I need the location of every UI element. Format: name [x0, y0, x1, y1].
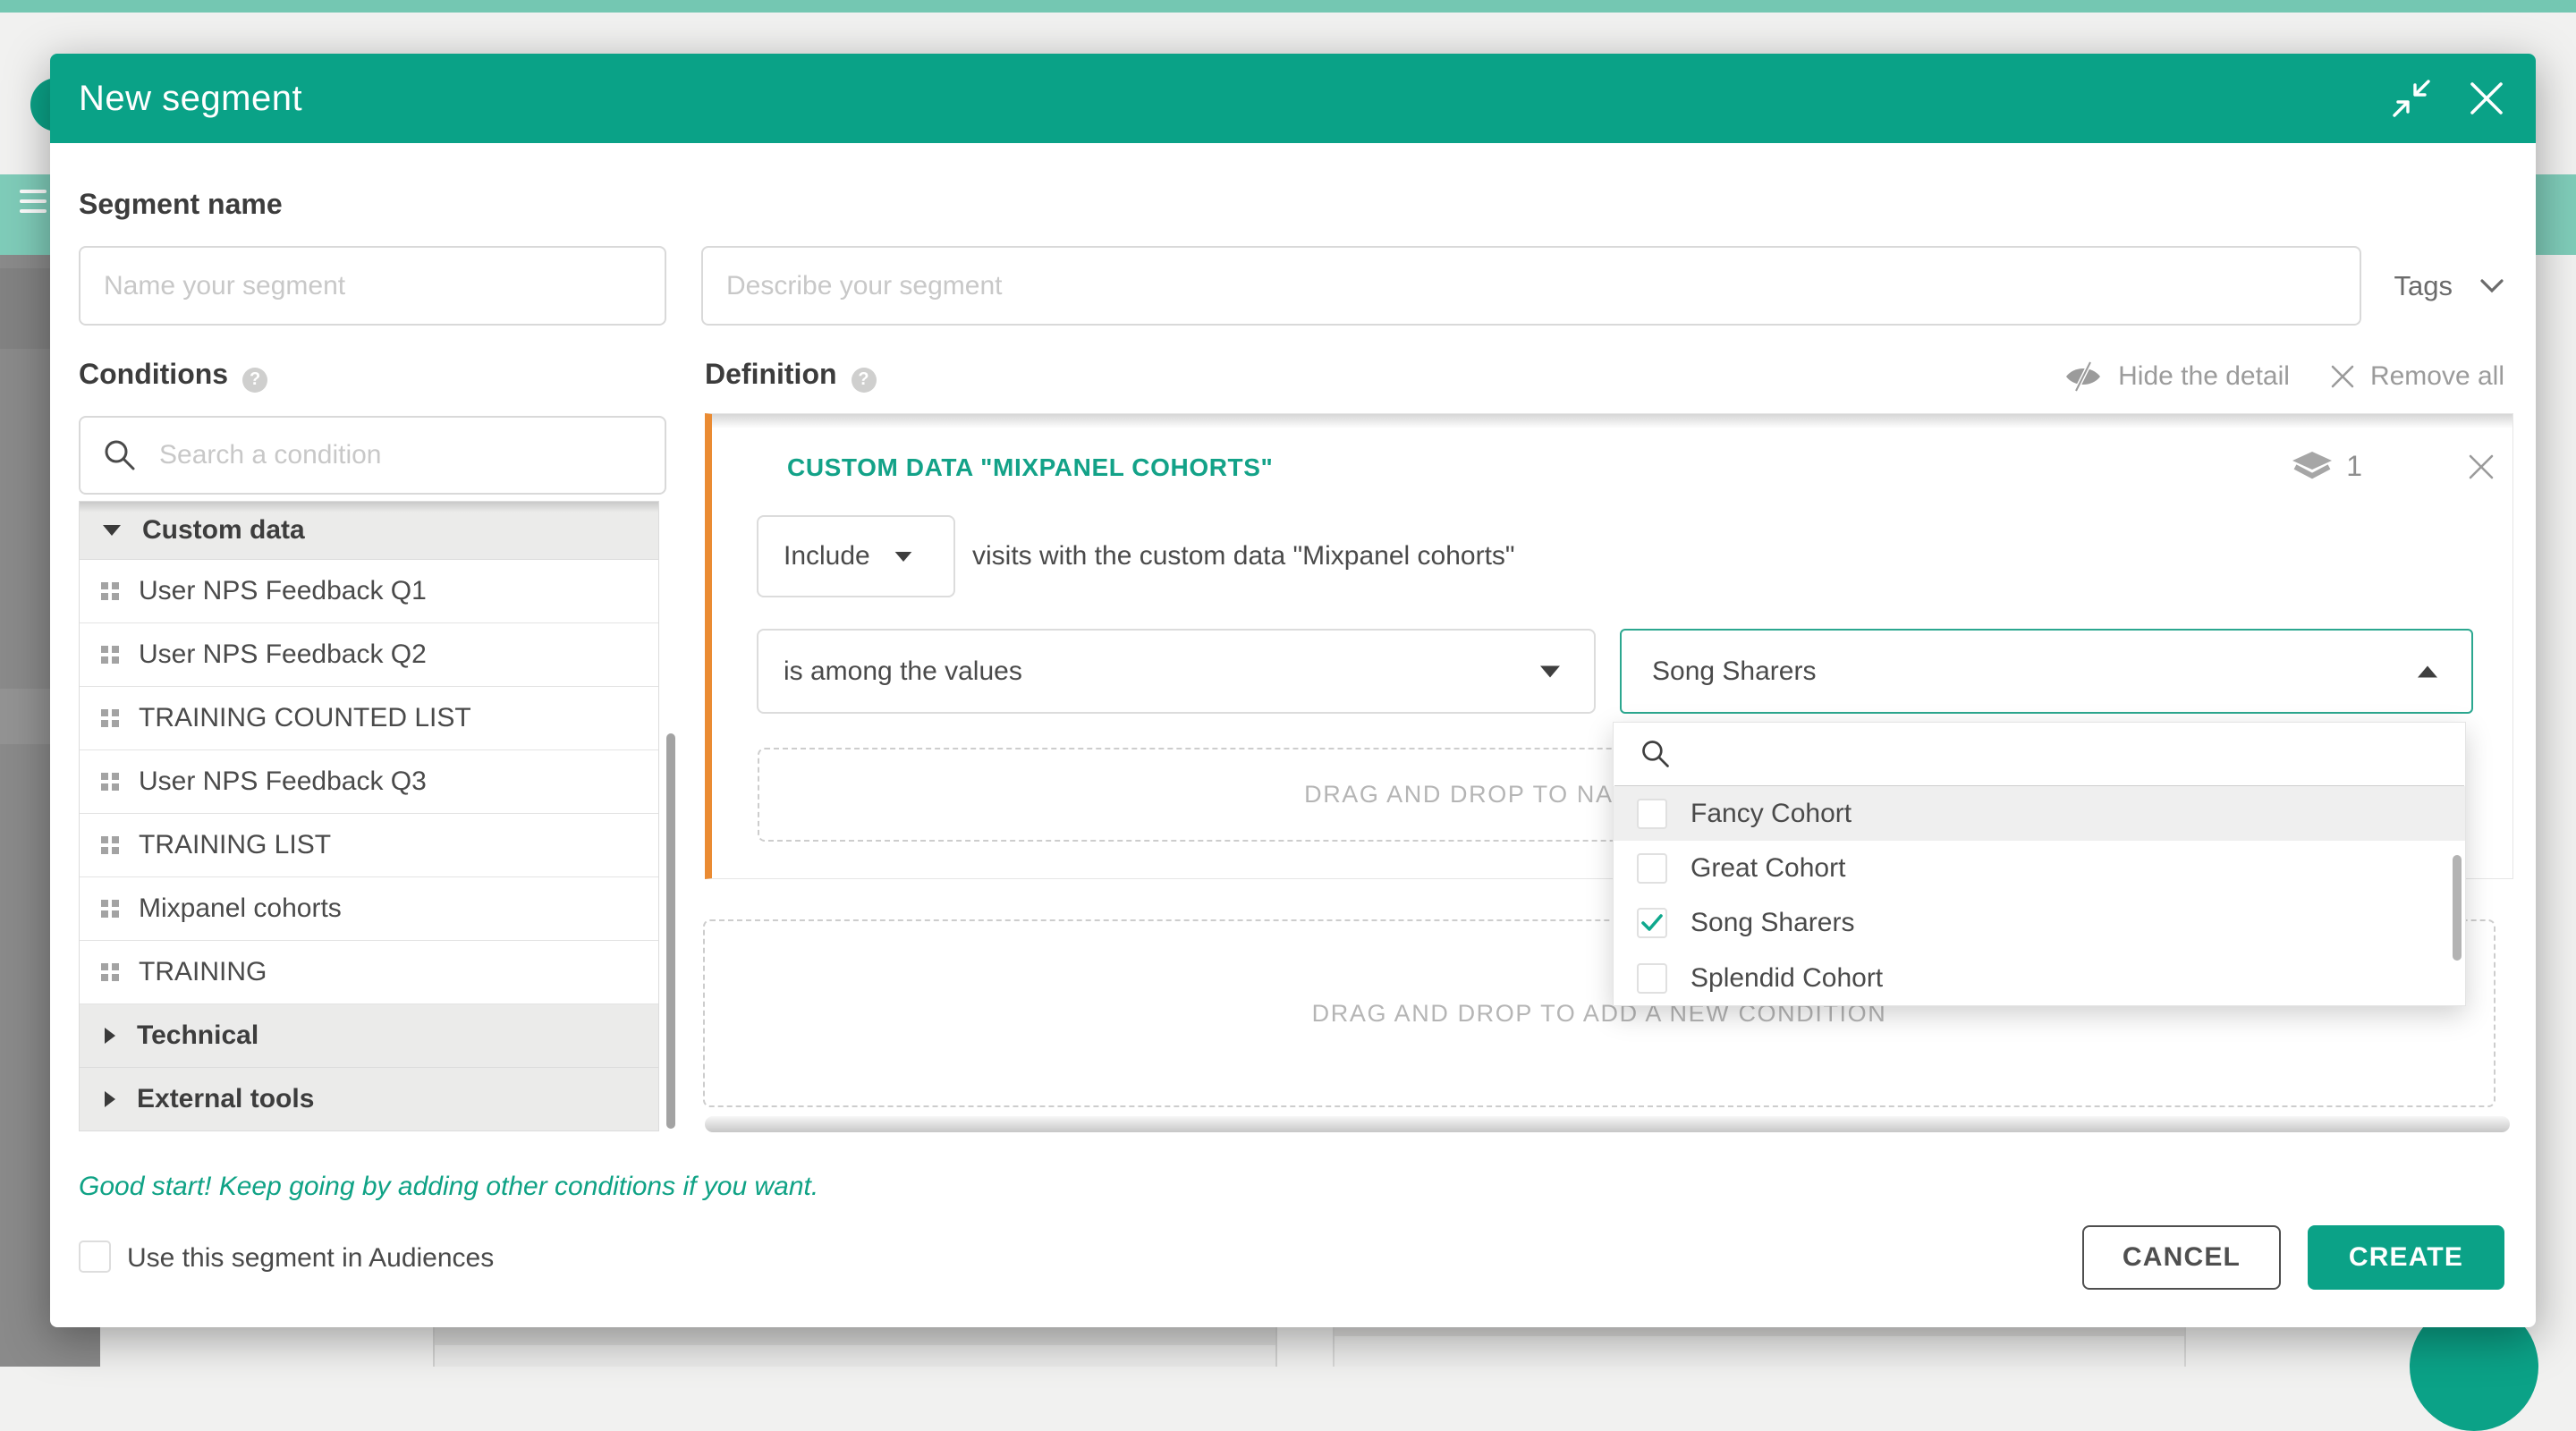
operator-select[interactable]: is among the values: [757, 629, 1596, 714]
include-select[interactable]: Include: [757, 515, 955, 597]
dropdown-search-input[interactable]: [1690, 738, 2464, 770]
checkbox-checked[interactable]: [1637, 908, 1667, 938]
background-panel: [433, 1325, 1277, 1367]
condition-group-custom-data[interactable]: Custom data: [80, 502, 658, 560]
menu-icon[interactable]: [20, 190, 47, 219]
remove-condition-icon[interactable]: [2466, 452, 2496, 482]
segment-name-input[interactable]: [79, 246, 666, 326]
values-select[interactable]: Song Sharers: [1620, 629, 2473, 714]
condition-item[interactable]: User NPS Feedback Q3: [80, 750, 658, 814]
search-icon: [1640, 738, 1672, 770]
dropdown-option[interactable]: Splendid Cohort: [1614, 951, 2465, 1005]
condition-item[interactable]: User NPS Feedback Q2: [80, 623, 658, 687]
drag-handle-icon: [101, 646, 119, 664]
stack-count: 1: [2346, 450, 2362, 483]
condition-item[interactable]: TRAINING: [80, 941, 658, 1004]
modal-header: New segment: [50, 54, 2536, 143]
hide-detail-button[interactable]: Hide the detail: [2063, 361, 2290, 392]
dropdown-option[interactable]: Fancy Cohort: [1614, 786, 2465, 841]
checkbox-unchecked[interactable]: [1637, 963, 1667, 994]
tags-dropdown[interactable]: Tags: [2394, 246, 2504, 326]
condition-item[interactable]: User NPS Feedback Q1: [80, 560, 658, 623]
builder-hint: Good start! Keep going by adding other c…: [79, 1172, 818, 1202]
conditions-title: Conditions: [79, 358, 228, 390]
condition-group-external-tools[interactable]: External tools: [80, 1068, 658, 1130]
layers-icon: [2292, 452, 2332, 482]
chevron-collapsed-icon: [105, 1028, 115, 1044]
condition-item[interactable]: Mixpanel cohorts: [80, 877, 658, 941]
cancel-button[interactable]: CANCEL: [2082, 1225, 2281, 1290]
audiences-checkbox[interactable]: [79, 1240, 111, 1273]
background-panel: [1333, 1325, 2186, 1367]
drag-handle-icon: [101, 836, 119, 854]
dropdown-option[interactable]: Great Cohort: [1614, 841, 2465, 895]
chevron-expanded-icon: [103, 525, 121, 536]
modal-title: New segment: [79, 79, 302, 119]
x-icon: [2329, 363, 2356, 390]
horizontal-scrollbar[interactable]: [705, 1116, 2510, 1132]
help-icon[interactable]: ?: [852, 368, 877, 393]
condition-search-input[interactable]: [157, 439, 643, 471]
dropdown-scrollbar[interactable]: [2453, 855, 2462, 961]
dropdown-search: [1614, 723, 2464, 786]
caret-down-icon: [1540, 665, 1560, 677]
tags-label: Tags: [2394, 270, 2453, 302]
condition-sentence: visits with the custom data "Mixpanel co…: [972, 515, 1515, 597]
check-icon: [1640, 913, 1664, 933]
chevron-down-icon: [2479, 278, 2504, 294]
audiences-checkbox-label: Use this segment in Audiences: [127, 1243, 494, 1274]
drag-handle-icon: [101, 963, 119, 981]
help-icon[interactable]: ?: [242, 368, 267, 393]
checkbox-unchecked[interactable]: [1637, 799, 1667, 829]
close-icon[interactable]: [2466, 78, 2507, 119]
create-button[interactable]: CREATE: [2308, 1225, 2504, 1290]
chevron-collapsed-icon: [105, 1091, 115, 1107]
definition-tools: Hide the detail Remove all: [2063, 361, 2504, 392]
segment-description-input[interactable]: [701, 246, 2361, 326]
segment-name-label: Segment name: [79, 188, 283, 221]
drag-handle-icon: [101, 900, 119, 918]
eye-slash-icon: [2063, 361, 2104, 392]
drag-handle-icon: [101, 773, 119, 791]
checkbox-unchecked[interactable]: [1637, 853, 1667, 884]
condition-item[interactable]: TRAINING COUNTED LIST: [80, 687, 658, 750]
top-strip: [0, 0, 2576, 13]
values-dropdown-panel: Fancy Cohort Great Cohort Song Sharers S…: [1613, 722, 2466, 1006]
drag-handle-icon: [101, 709, 119, 727]
remove-all-button[interactable]: Remove all: [2329, 361, 2504, 392]
definition-title: Definition: [705, 358, 837, 390]
condition-item[interactable]: TRAINING LIST: [80, 814, 658, 877]
conditions-scrollbar[interactable]: [666, 733, 675, 1129]
condition-group-technical[interactable]: Technical: [80, 1004, 658, 1068]
new-segment-modal: New segment Segment name Tags Conditions: [50, 54, 2536, 1327]
drag-handle-icon: [101, 582, 119, 600]
dropdown-option[interactable]: Song Sharers: [1614, 895, 2465, 951]
condition-card-title: CUSTOM DATA "MIXPANEL COHORTS": [787, 453, 1273, 482]
collapse-icon[interactable]: [2391, 78, 2432, 119]
search-icon: [102, 437, 138, 473]
conditions-header: Conditions?: [79, 358, 267, 393]
conditions-list: Custom data User NPS Feedback Q1 User NP…: [79, 501, 659, 1131]
definition-header: Definition?: [705, 358, 877, 393]
caret-down-icon: [894, 551, 911, 561]
caret-up-icon: [2418, 665, 2437, 677]
condition-search: [79, 416, 666, 495]
